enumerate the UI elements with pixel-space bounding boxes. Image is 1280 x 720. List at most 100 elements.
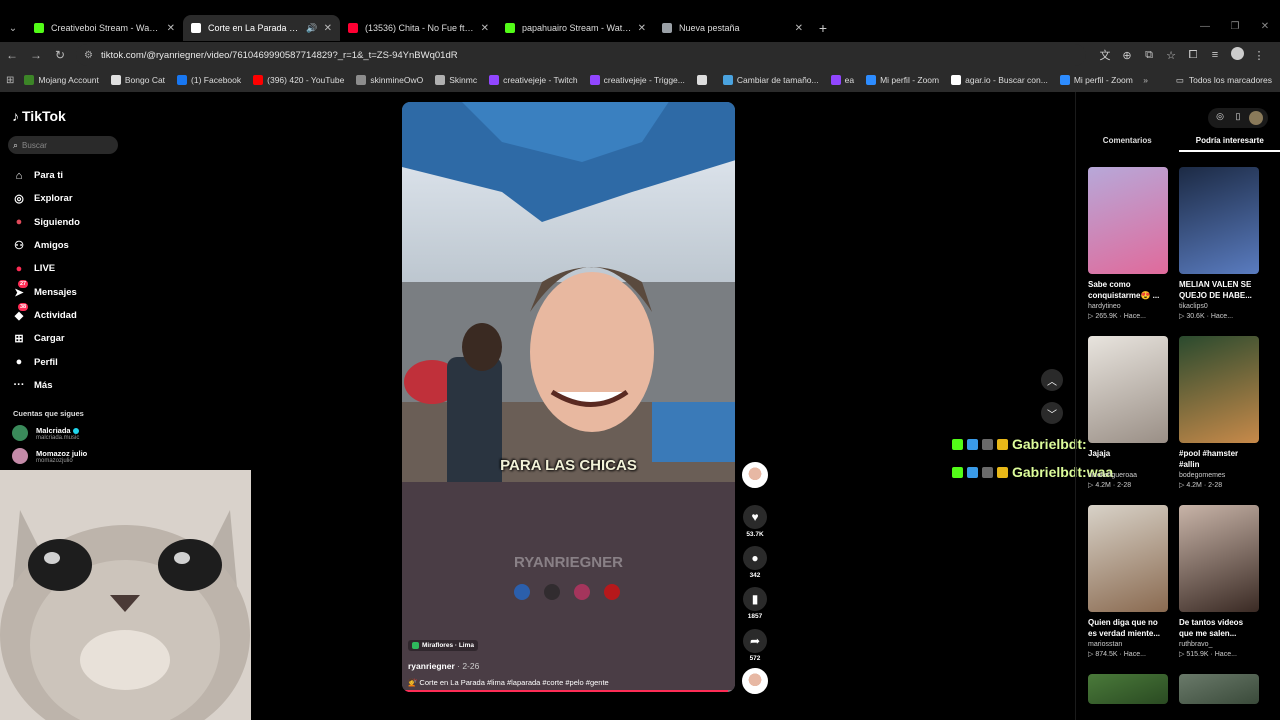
- location-tag[interactable]: Miraflores · Lima: [408, 640, 479, 651]
- bookmark-item[interactable]: (396) 420 - YouTube: [253, 75, 344, 85]
- browser-tab[interactable]: papahuairo Stream - Watch Live ✕: [497, 15, 654, 41]
- profile-avatar[interactable]: [1226, 47, 1248, 63]
- tab-close-icon[interactable]: ✕: [324, 23, 332, 34]
- bookmark-item[interactable]: Bongo Cat: [110, 75, 165, 85]
- suggested-video-card[interactable]: MELIAN VALEN SE QUEJO DE HABE... tikaclip…: [1179, 167, 1259, 320]
- nav-item-cargar[interactable]: ⊞ Cargar: [12, 327, 80, 350]
- like-button[interactable]: ♥ 53.7K: [740, 505, 770, 538]
- more-bookmarks-icon[interactable]: »: [1143, 75, 1148, 85]
- bookmark-item[interactable]: Mojang Account: [24, 75, 99, 85]
- browser-tab[interactable]: (13536) Chita - No Fue ft. CA7R ✕: [340, 15, 497, 41]
- chat-badge-icon: [982, 438, 993, 450]
- suggested-video-card[interactable]: Jajaja nicollefigueroaa ▷ 4.2M · 2-28: [1088, 336, 1168, 489]
- tab-close-icon[interactable]: ✕: [167, 23, 175, 34]
- nav-item-parati[interactable]: ⌂ Para ti: [12, 164, 80, 187]
- bookmark-item[interactable]: creativejeje - Trigge...: [589, 75, 685, 85]
- share-button[interactable]: ➦ 572: [740, 629, 770, 662]
- bookmark-item[interactable]: Mi perfil - Zoom: [866, 75, 939, 85]
- address-bar[interactable]: ⚙ tiktok.com/@ryanriegner/video/76104699…: [76, 44, 1086, 66]
- tab-suggested[interactable]: Podría interesarte: [1178, 136, 1280, 152]
- tab-search-button[interactable]: ⌄: [0, 16, 26, 40]
- apps-icon[interactable]: ⊞: [6, 75, 14, 86]
- nav-item-perfil[interactable]: ● Perfil: [12, 350, 80, 373]
- view-count: 4.2M: [1095, 482, 1111, 489]
- save-button[interactable]: ▮ 1857: [740, 587, 770, 620]
- close-window-button[interactable]: ✕: [1250, 14, 1280, 42]
- browser-tab[interactable]: Nueva pestaña ✕: [654, 15, 811, 41]
- bookmark-item[interactable]: ea: [830, 75, 854, 85]
- following-item[interactable]: Momazoz julio momazozjulio: [12, 448, 87, 464]
- tiktok-logo[interactable]: ♪ TikTok: [12, 108, 66, 124]
- compass-icon[interactable]: ◎: [1213, 111, 1227, 125]
- nav-item-mensajes[interactable]: ➤ 27 Mensajes: [12, 280, 80, 303]
- video-thumbnail: [1088, 505, 1168, 612]
- new-tab-button[interactable]: +: [811, 20, 835, 36]
- bookmark-item[interactable]: agar.io - Buscar con...: [951, 75, 1048, 85]
- suggested-video-card[interactable]: [1179, 674, 1259, 704]
- suggested-video-card[interactable]: De tantos videos que me salen... ruthbrav…: [1179, 505, 1259, 658]
- view-count: 30.6K: [1186, 313, 1205, 320]
- all-bookmarks-label: Todos los marcadores: [1188, 75, 1272, 85]
- bookmark-label: agar.io - Buscar con...: [965, 75, 1048, 85]
- bookmark-item[interactable]: Cambiar de tamaño...: [722, 75, 819, 85]
- suggested-video-card[interactable]: Quien diga que no es verdad miente... mar…: [1088, 505, 1168, 658]
- tab-close-icon[interactable]: ✕: [795, 23, 803, 34]
- device-icon[interactable]: ▯: [1231, 111, 1245, 125]
- nav-item-ms[interactable]: ··· Más: [12, 374, 80, 397]
- minimize-button[interactable]: —: [1190, 14, 1220, 42]
- video-progress-bar[interactable]: [402, 690, 735, 692]
- nav-item-amigos[interactable]: ⚇ Amigos: [12, 234, 80, 257]
- suggested-video-card[interactable]: #pool #hamster #allin bodegomemes ▷ 4.2M ·…: [1179, 336, 1259, 489]
- comment-button[interactable]: ● 342: [740, 546, 770, 579]
- nav-item-live[interactable]: ● LIVE: [12, 257, 80, 280]
- extensions-icon[interactable]: ⧠: [1182, 49, 1204, 62]
- bookmark-item[interactable]: skinmineOwO: [356, 75, 423, 85]
- reload-button[interactable]: ↻: [48, 48, 72, 62]
- suggested-video-card[interactable]: [1088, 674, 1168, 704]
- search-input[interactable]: ⌕ Buscar: [8, 136, 118, 154]
- next-video-button[interactable]: ﹀: [1041, 402, 1063, 424]
- video-player[interactable]: PARA LAS CHICAS RYANRIEGNER Miraflores ·…: [402, 102, 735, 692]
- tab-close-icon[interactable]: ✕: [481, 23, 489, 34]
- browser-tab[interactable]: Creativeboi Stream - Watch Live ✕: [26, 15, 183, 41]
- maximize-button[interactable]: ❐: [1220, 14, 1250, 42]
- all-bookmarks[interactable]: ▭ Todos los marcadores: [1176, 75, 1272, 86]
- nav-item-siguiendo[interactable]: ● Siguiendo: [12, 211, 80, 234]
- site-info-icon[interactable]: ⚙: [84, 50, 93, 61]
- video-thumbnail: [1179, 505, 1259, 612]
- speaker-icon[interactable]: 🔊: [306, 23, 317, 34]
- sound-avatar[interactable]: [740, 668, 770, 694]
- author-avatar[interactable]: [740, 462, 770, 488]
- bookmark-item[interactable]: [696, 75, 711, 85]
- bookmark-item[interactable]: (1) Facebook: [177, 75, 241, 85]
- bookmark-item[interactable]: creativejeje - Twitch: [489, 75, 578, 85]
- bookmark-label: Mojang Account: [38, 75, 99, 85]
- bookmark-item[interactable]: Skinmc: [435, 75, 477, 85]
- bookmark-list: Mojang Account Bongo Cat (1) Facebook (396)…: [24, 75, 1144, 85]
- user-avatar[interactable]: [1249, 111, 1263, 125]
- bookmark-star-icon[interactable]: ☆: [1160, 49, 1182, 62]
- messages-icon: ➤ 27: [14, 280, 29, 299]
- browser-tab[interactable]: Corte en La Parada #lima 🔊 ✕: [183, 15, 340, 41]
- nav-item-actividad[interactable]: ◆ 38 Actividad: [12, 303, 80, 327]
- media-controls-icon[interactable]: ≡: [1204, 49, 1226, 61]
- tab-comments[interactable]: Comentarios: [1076, 136, 1179, 152]
- prev-video-button[interactable]: ︿: [1041, 369, 1063, 391]
- nav-label: Explorar: [34, 193, 73, 205]
- chevron-down-icon: ﹀: [1047, 409, 1057, 421]
- nav-item-explorar[interactable]: ◎ Explorar: [12, 187, 80, 210]
- open-in-app-icon[interactable]: ⧉: [1138, 49, 1160, 62]
- bookmark-item[interactable]: Mi perfil - Zoom: [1059, 75, 1133, 85]
- forward-button[interactable]: →: [24, 48, 48, 62]
- back-button[interactable]: ←: [0, 48, 24, 62]
- profile-icon: ●: [15, 356, 23, 369]
- menu-icon[interactable]: ⋮: [1248, 49, 1270, 62]
- author-name[interactable]: ryanriegner: [408, 661, 455, 671]
- zoom-icon[interactable]: ⊕: [1116, 49, 1138, 62]
- translate-icon[interactable]: 文: [1094, 47, 1116, 63]
- suggested-video-card[interactable]: Sabe como conquistarme😍 ... hardytineo ▷ 2…: [1088, 167, 1168, 320]
- following-item[interactable]: Malcriada malcriada.music: [12, 425, 79, 441]
- video-time: 2-28: [1117, 482, 1132, 489]
- tab-close-icon[interactable]: ✕: [638, 23, 646, 34]
- panel-tabs: Comentarios Podría interesarte: [1076, 136, 1280, 152]
